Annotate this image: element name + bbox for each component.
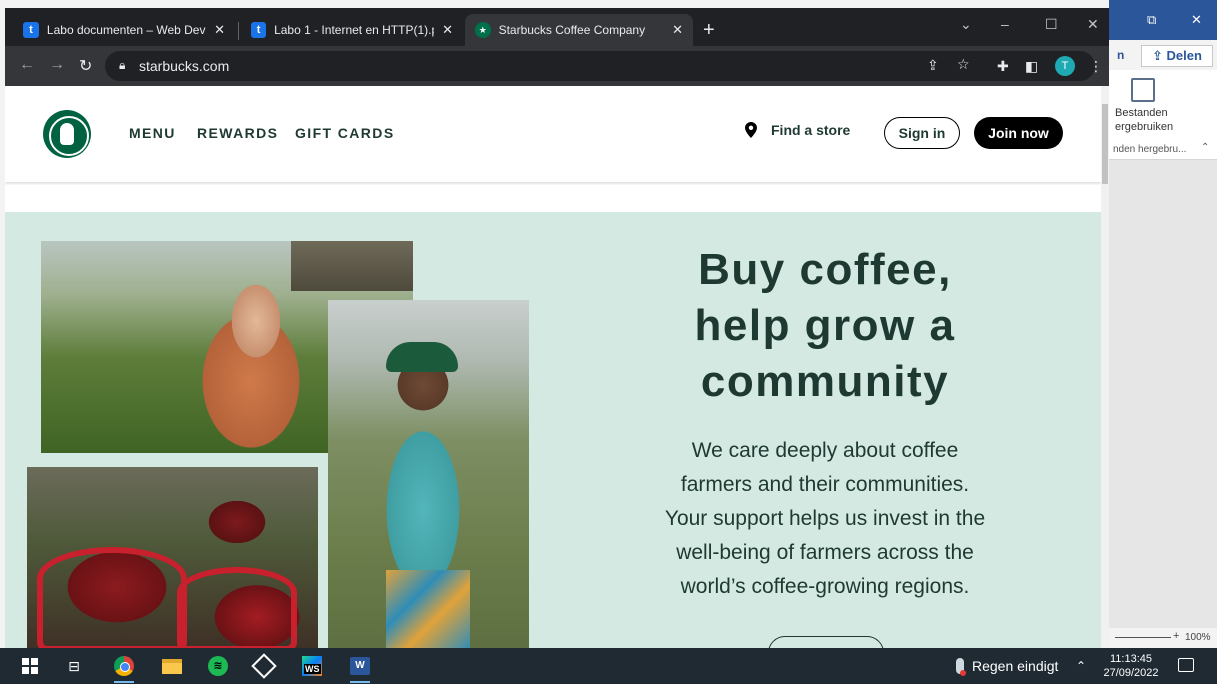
page-viewport: MENU REWARDS GIFT CARDS Find a store Sig…: [5, 86, 1101, 648]
clock-time: 11:13:45: [1109, 653, 1152, 665]
ribbon-label-line: Bestanden: [1115, 107, 1168, 119]
tab-strip: t Labo documenten – Web Develo ✕ t Labo …: [5, 8, 1109, 46]
hero-body-line: We care deeply about coffee: [691, 439, 959, 462]
word-ribbon-header: n ⇪ Delen: [1109, 40, 1217, 70]
close-icon[interactable]: ✕: [664, 22, 683, 38]
word-status-bar: + 100%: [1109, 628, 1217, 648]
join-now-button[interactable]: Join now: [974, 117, 1063, 149]
lock-icon: 🔒︎: [119, 58, 126, 72]
share-icon[interactable]: ⇪: [927, 57, 939, 74]
weather-widget[interactable]: Regen eindigt: [956, 658, 1059, 676]
back-icon[interactable]: ←: [19, 56, 35, 74]
hero-body-line: well-being of farmers across the: [676, 541, 974, 564]
side-panel-icon[interactable]: ◧: [1025, 58, 1038, 75]
reload-icon[interactable]: ↻: [79, 56, 92, 76]
tab-favicon: t: [23, 22, 39, 38]
tab-separator: [238, 22, 239, 40]
clock-date: 27/09/2022: [1103, 667, 1159, 679]
tab-title: Starbucks Coffee Company: [498, 23, 646, 37]
nav-menu[interactable]: MENU: [129, 125, 176, 141]
forward-icon[interactable]: →: [49, 56, 65, 74]
extensions-icon[interactable]: ✚: [997, 58, 1009, 75]
bookmark-star-icon[interactable]: ☆: [957, 56, 970, 73]
desktop: t Labo documenten – Web Develo ✕ t Labo …: [0, 0, 1217, 684]
windows-start-icon[interactable]: [18, 654, 42, 678]
profile-avatar[interactable]: T: [1055, 56, 1075, 76]
sign-in-button[interactable]: Sign in: [884, 117, 960, 149]
zoom-in-button[interactable]: +: [1173, 630, 1179, 642]
share-button[interactable]: ⇪ Delen: [1141, 45, 1213, 67]
spotify-icon[interactable]: ≋: [206, 654, 230, 678]
word-title-bar: ⧉ ✕: [1109, 0, 1217, 40]
hero-body-line: world’s coffee-growing regions.: [680, 575, 970, 598]
share-icon: ⇪: [1152, 48, 1167, 63]
ribbon-group-label: nden hergebru...: [1113, 144, 1187, 155]
hero-title-line: community: [700, 357, 950, 406]
starbucks-logo[interactable]: [43, 110, 91, 158]
word-icon[interactable]: W: [348, 654, 372, 683]
nav-gift-cards[interactable]: GIFT CARDS: [295, 125, 395, 141]
tab-search-dropdown-icon[interactable]: ⌄: [960, 16, 972, 33]
hero-section: Buy coffee, help grow a community We car…: [5, 212, 1101, 648]
taskbar: ⊟ ≋ WS W Regen eindigt ⌃ 11:13:45 27/09/…: [0, 648, 1217, 684]
close-window-icon[interactable]: ✕: [1191, 12, 1202, 28]
task-view-icon[interactable]: ⊟: [62, 654, 86, 678]
system-clock[interactable]: 11:13:45 27/09/2022: [1100, 652, 1162, 680]
weather-label: Regen eindigt: [972, 658, 1059, 674]
hero-title-line: help grow a: [694, 301, 956, 350]
notifications-icon[interactable]: [1178, 658, 1194, 672]
weather-icon: [956, 658, 966, 676]
hero-body-line: Your support helps us invest in the: [664, 507, 986, 530]
browser-toolbar: ← → ↻ 🔒︎ starbucks.com ⇪ ☆ ✚ ◧ T ⋮: [5, 46, 1109, 86]
word-window: ⧉ ✕ n ⇪ Delen Bestanden ergebruiken nden…: [1109, 0, 1217, 648]
tab-starbucks[interactable]: ★ Starbucks Coffee Company ✕: [465, 14, 693, 46]
starbucks-icon: ★: [475, 22, 491, 38]
chrome-icon[interactable]: [112, 654, 136, 683]
hero-title: Buy coffee, help grow a community: [615, 242, 1035, 410]
kebab-menu-icon[interactable]: ⋮: [1089, 58, 1103, 75]
reuse-files-label[interactable]: Bestanden ergebruiken: [1115, 106, 1195, 134]
farmer-green-hat-photo: [328, 300, 529, 648]
tray-chevron-up-icon[interactable]: ⌃: [1076, 659, 1086, 673]
tab-labo-1-pdf[interactable]: t Labo 1 - Internet en HTTP(1).pdf ✕: [241, 14, 463, 46]
hero-title-line: Buy coffee,: [698, 245, 952, 294]
close-icon[interactable]: ✕: [434, 22, 453, 38]
ribbon-label-line: ergebruiken: [1115, 121, 1174, 133]
find-store-link[interactable]: Find a store: [745, 122, 850, 138]
zoom-slider[interactable]: [1115, 637, 1171, 638]
tab-labo-documenten[interactable]: t Labo documenten – Web Develo ✕: [13, 14, 235, 46]
location-pin-icon: [745, 122, 757, 138]
page-scrollbar[interactable]: [1101, 86, 1109, 648]
new-tab-button[interactable]: +: [703, 20, 715, 40]
close-icon[interactable]: ✕: [206, 22, 225, 38]
file-explorer-icon[interactable]: [160, 654, 184, 678]
scrollbar-thumb[interactable]: [1102, 104, 1108, 184]
hero-cta-button[interactable]: [768, 636, 884, 648]
tab-title: Labo documenten – Web Develo: [46, 23, 207, 37]
coffee-cherry-baskets-photo: [27, 467, 318, 648]
site-header: MENU REWARDS GIFT CARDS Find a store Sig…: [5, 86, 1101, 182]
zoom-level[interactable]: 100%: [1185, 632, 1211, 643]
hero-body-line: farmers and their communities.: [680, 473, 970, 496]
minimize-icon[interactable]: –: [1001, 16, 1009, 32]
close-window-icon[interactable]: ✕: [1087, 16, 1099, 33]
browser-window: t Labo documenten – Web Develo ✕ t Labo …: [5, 8, 1109, 648]
word-document-area: [1109, 160, 1217, 628]
reuse-files-icon[interactable]: [1131, 78, 1155, 102]
tab-favicon: t: [251, 22, 267, 38]
collapse-ribbon-icon[interactable]: ⌃: [1201, 142, 1209, 153]
find-store-label: Find a store: [771, 122, 851, 138]
hero-body: We care deeply about coffee farmers and …: [625, 434, 1025, 604]
unity-icon[interactable]: [251, 653, 277, 679]
url-text: starbucks.com: [139, 58, 230, 74]
webstorm-icon[interactable]: WS: [300, 654, 324, 678]
restore-icon[interactable]: ⧉: [1147, 12, 1156, 28]
nav-rewards[interactable]: REWARDS: [197, 125, 278, 141]
word-ribbon: Bestanden ergebruiken nden hergebru... ⌃: [1109, 70, 1217, 160]
word-tab-partial[interactable]: n: [1117, 48, 1124, 62]
address-bar[interactable]: 🔒︎ starbucks.com ⇪ ☆: [105, 51, 1095, 81]
maximize-icon[interactable]: ☐: [1045, 16, 1058, 33]
tab-title: Labo 1 - Internet en HTTP(1).pdf: [274, 23, 435, 37]
share-label: Delen: [1166, 48, 1202, 63]
